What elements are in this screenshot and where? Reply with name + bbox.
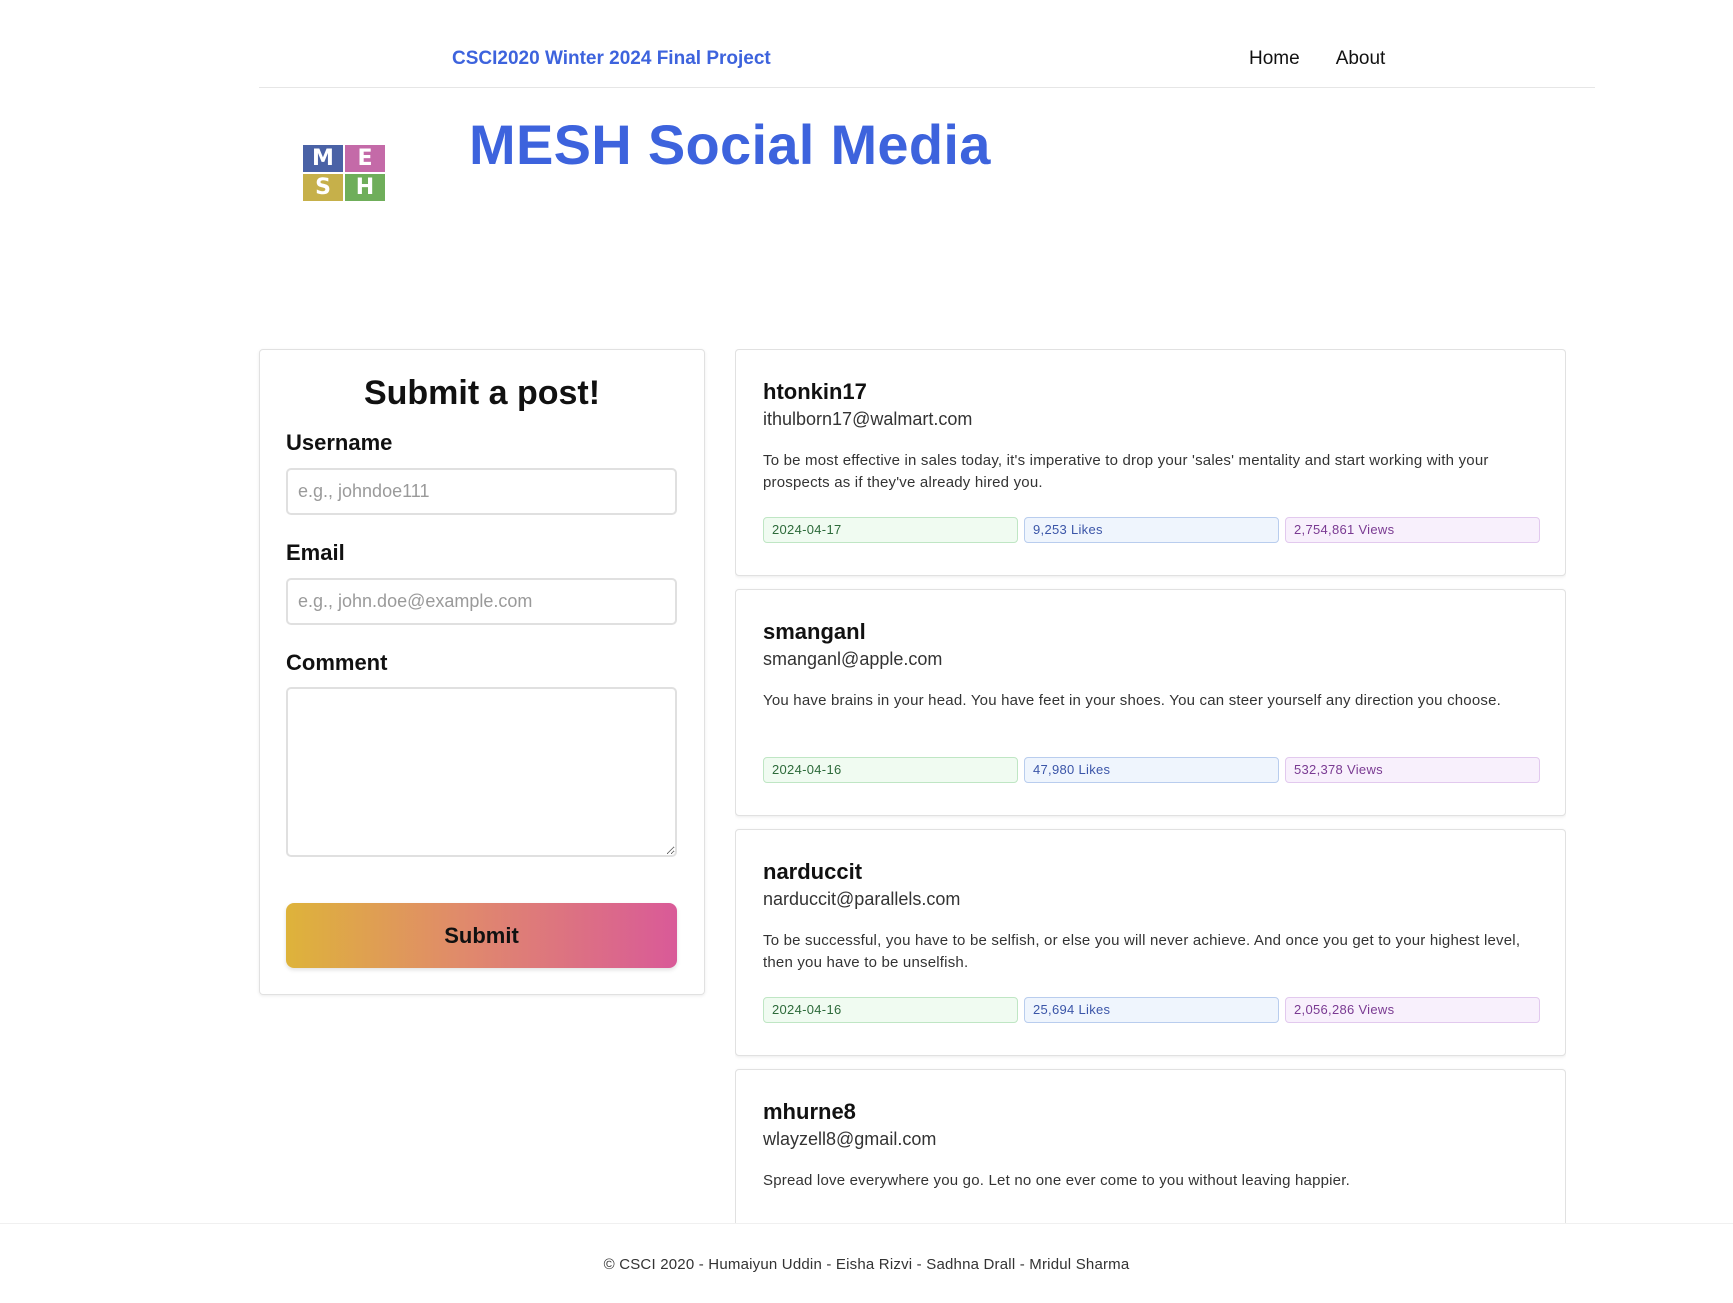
- project-title[interactable]: CSCI2020 Winter 2024 Final Project: [452, 48, 771, 70]
- form-title: Submit a post!: [363, 374, 601, 412]
- username-label: Username: [286, 430, 393, 455]
- logo-tile-e: E: [345, 145, 385, 172]
- footer: © CSCI 2020 - Humaiyun Uddin - Eisha Riz…: [0, 1223, 1733, 1303]
- submit-post-form: Submit a post! Username Email Comment Su…: [259, 349, 705, 995]
- nav-about-link[interactable]: About: [1336, 48, 1386, 70]
- page: CSCI2020 Winter 2024 Final Project Home …: [0, 0, 1733, 1303]
- post-email: ithulborn17@walmart.com: [763, 409, 973, 429]
- post-likes-badge: 25,694 Likes: [1024, 997, 1279, 1023]
- post-email: narduccit@parallels.com: [763, 889, 961, 909]
- post-card: narduccit narduccit@parallels.com To be …: [735, 829, 1566, 1056]
- post-card: smanganl smanganl@apple.com You have bra…: [735, 589, 1566, 816]
- logo-tile-m: M: [303, 145, 343, 172]
- post-card: mhurne8 wlayzell8@gmail.com Spread love …: [735, 1069, 1566, 1223]
- post-username: narduccit: [763, 859, 863, 884]
- comment-label: Comment: [286, 650, 388, 675]
- mesh-logo: M E S H: [303, 145, 387, 203]
- post-date-badge: 2024-04-16: [763, 757, 1018, 783]
- post-username: mhurne8: [763, 1099, 856, 1124]
- post-views-badge: 2,056,286 Views: [1285, 997, 1540, 1023]
- post-body: To be successful, you have to be selfish…: [763, 932, 1521, 971]
- footer-credits: © CSCI 2020 - Humaiyun Uddin - Eisha Riz…: [603, 1256, 1130, 1273]
- post-body: To be most effective in sales today, it'…: [763, 452, 1489, 491]
- post-badges: 2024-04-16 25,694 Likes 2,056,286 Views: [763, 997, 1540, 1023]
- post-views-badge: 2,754,861 Views: [1285, 517, 1540, 543]
- post-likes-badge: 9,253 Likes: [1024, 517, 1279, 543]
- logo-tile-s: S: [303, 174, 343, 201]
- email-label: Email: [286, 540, 345, 565]
- post-badges: 2024-04-16 47,980 Likes 532,378 Views: [763, 757, 1540, 783]
- posts-feed[interactable]: htonkin17 ithulborn17@walmart.com To be …: [735, 349, 1566, 1223]
- username-input[interactable]: [286, 468, 677, 515]
- post-username: smanganl: [763, 619, 866, 644]
- submit-button[interactable]: Submit: [286, 903, 677, 968]
- main-nav: Home About: [1249, 48, 1385, 70]
- post-likes-badge: 47,980 Likes: [1024, 757, 1279, 783]
- post-card: htonkin17 ithulborn17@walmart.com To be …: [735, 349, 1566, 576]
- nav-home-link[interactable]: Home: [1249, 48, 1300, 70]
- email-input[interactable]: [286, 578, 677, 625]
- comment-textarea[interactable]: [286, 687, 677, 857]
- page-title: MESH Social Media: [469, 113, 991, 176]
- logo-tile-h: H: [345, 174, 385, 201]
- post-views-badge: 532,378 Views: [1285, 757, 1540, 783]
- post-date-badge: 2024-04-16: [763, 997, 1018, 1023]
- post-badges: 2024-04-17 9,253 Likes 2,754,861 Views: [763, 517, 1540, 543]
- post-email: wlayzell8@gmail.com: [763, 1129, 937, 1149]
- post-username: htonkin17: [763, 379, 867, 404]
- post-email: smanganl@apple.com: [763, 649, 943, 669]
- post-body: Spread love everywhere you go. Let no on…: [763, 1172, 1350, 1189]
- post-body: You have brains in your head. You have f…: [763, 692, 1502, 709]
- post-date-badge: 2024-04-17: [763, 517, 1018, 543]
- top-navbar: CSCI2020 Winter 2024 Final Project Home …: [259, 0, 1595, 88]
